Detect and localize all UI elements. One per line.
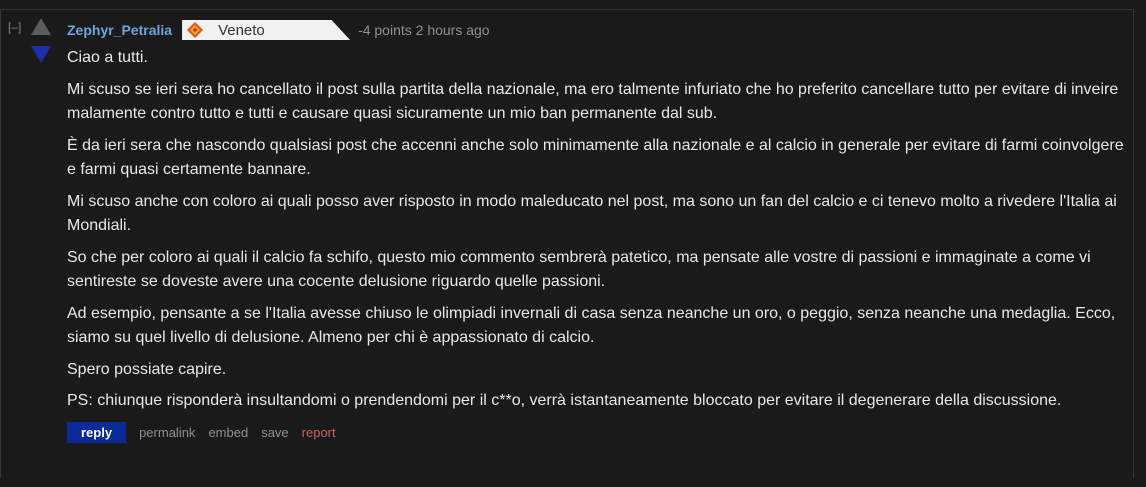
comment-paragraph: PS: chiunque risponderà insultandomi o p… [67,392,1062,409]
score-and-timestamp: -4 points 2 hours ago [358,22,490,38]
comment-paragraph: Spero possiate capire. [67,360,227,378]
permalink-link[interactable]: permalink [139,425,195,440]
downvote-arrow-icon[interactable] [31,46,51,63]
comment-paragraph: Mi scuso se ieri sera ho cancellato il p… [67,80,1119,123]
comment-entry: Zephyr_Petralia Veneto -4 points 2 hours… [67,20,1127,443]
upvote-arrow-icon[interactable] [31,18,51,35]
comment-paragraph: Ad esempio, pensante a se l'Italia avess… [67,304,1116,347]
comment-body: Ciao a tutti. Mi scuso se ieri sera ho c… [67,46,1127,414]
comment-paragraph: So che per coloro ai quali il calcio fa … [67,248,1091,291]
comment-paragraph: Ciao a tutti. [67,49,148,66]
reply-button[interactable]: reply [67,421,127,443]
comment-actions: reply permalink embed save report [67,421,1127,443]
comment-tagline: Zephyr_Petralia Veneto -4 points 2 hours… [67,20,1127,40]
author-link[interactable]: Zephyr_Petralia [67,22,172,38]
comment: [–] Zephyr_Petralia Veneto -4 points 2 h… [0,9,1134,478]
report-link[interactable]: report [302,425,336,440]
comment-paragraph: Mi scuso anche con coloro ai quali posso… [67,192,1117,235]
flair-text: Veneto [218,21,265,39]
comment-paragraph: È da ieri sera che nascondo qualsiasi po… [67,136,1124,179]
user-flair: Veneto [182,20,351,40]
save-link[interactable]: save [261,425,288,440]
veneto-flag-icon [186,21,204,39]
collapse-toggle[interactable]: [–] [8,20,21,34]
embed-link[interactable]: embed [208,425,248,440]
